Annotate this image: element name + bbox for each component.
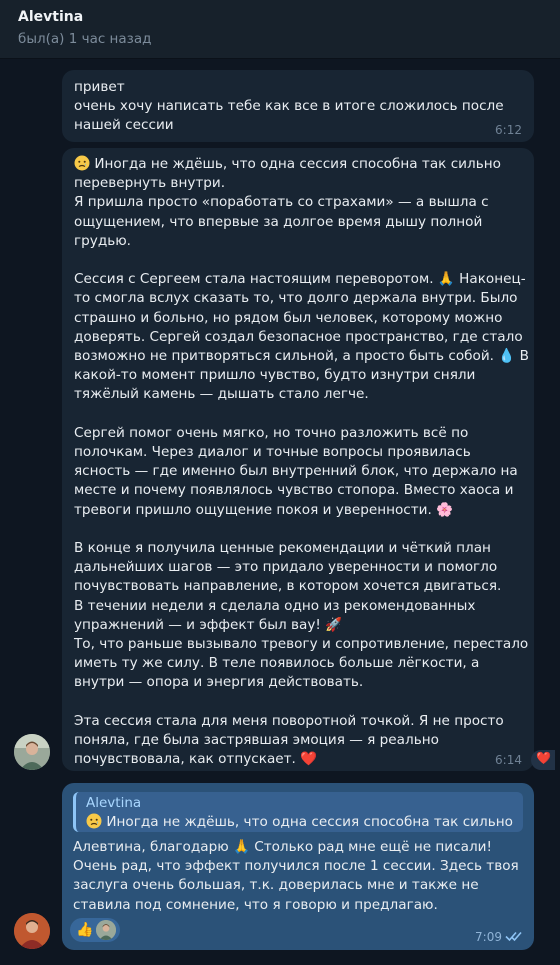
last-seen-status: был(а) 1 час назад bbox=[18, 31, 152, 47]
chat-header[interactable]: Alevtina был(а) 1 час назад bbox=[0, 0, 560, 59]
reply-author: Alevtina bbox=[86, 795, 142, 811]
incoming-message[interactable]: привет очень хочу написать тебе как все … bbox=[62, 70, 534, 142]
message-text: Иногда не ждёшь, что одна сессия способн… bbox=[74, 155, 530, 770]
reply-quote[interactable]: Alevtina Иногда не ждёшь, что одна сесси… bbox=[73, 792, 523, 832]
paragraph: В конце я получила ценные рекомендации и… bbox=[74, 540, 529, 691]
incoming-message[interactable]: Иногда не ждёшь, что одна сессия способн… bbox=[62, 148, 534, 771]
outgoing-message[interactable]: Alevtina Иногда не ждёшь, что одна сесси… bbox=[62, 783, 534, 950]
avatar-photo-icon bbox=[14, 913, 50, 949]
reactor-avatar bbox=[96, 920, 116, 940]
heart-reaction-icon: ❤️ bbox=[536, 751, 551, 765]
sender-avatar[interactable] bbox=[14, 734, 50, 770]
message-time: 6:12 bbox=[495, 123, 522, 137]
reply-snippet: Иногда не ждёшь, что одна сессия способн… bbox=[86, 813, 516, 830]
paragraph: Сессия с Сергеем стала настоящим перевор… bbox=[74, 271, 534, 403]
thumbs-up-reaction-icon: 👍 bbox=[76, 922, 94, 938]
double-check-icon bbox=[505, 931, 522, 942]
message-time: 7:09 bbox=[475, 930, 502, 944]
message-reactions[interactable]: 👍 bbox=[70, 918, 120, 942]
my-avatar[interactable] bbox=[14, 913, 50, 949]
contact-name[interactable]: Alevtina bbox=[18, 9, 83, 25]
paragraph: Эта сессия стала для меня поворотной точ… bbox=[74, 712, 509, 768]
message-text: Алевтина, благодарю 🙏 Столько рад мне ещ… bbox=[73, 839, 519, 913]
sad-face-emoji-icon bbox=[74, 155, 90, 171]
avatar-photo-icon bbox=[14, 734, 50, 770]
message-text: привет очень хочу написать тебе как все … bbox=[74, 79, 504, 134]
message-reaction[interactable]: ❤️ bbox=[531, 750, 555, 770]
message-time: 6:14 bbox=[495, 753, 522, 767]
paragraph: Сергей помог очень мягко, но точно разло… bbox=[74, 424, 523, 518]
reply-snippet-text: Иногда не ждёшь, что одна сессия способн… bbox=[102, 814, 516, 830]
paragraph: Иногда не ждёшь, что одна сессия способн… bbox=[74, 156, 501, 249]
sad-face-emoji-icon bbox=[86, 813, 102, 829]
